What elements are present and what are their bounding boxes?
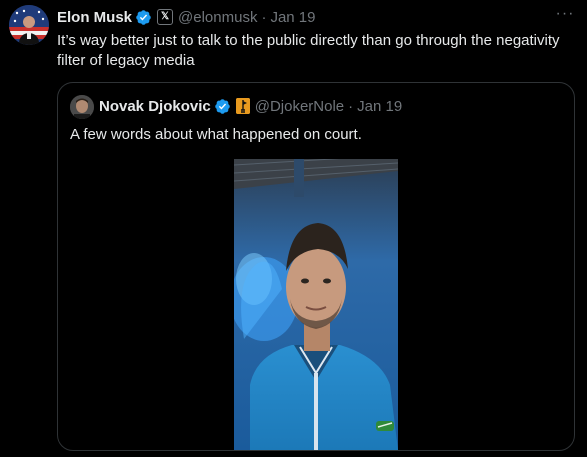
- tweet[interactable]: Elon Musk 𝕏 @elonmusk · Jan 19 ··· It’s …: [0, 0, 587, 457]
- author-name[interactable]: Elon Musk: [57, 9, 132, 26]
- tweet-text: It’s way better just to talk to the publ…: [57, 32, 560, 69]
- quoted-header-separator: ·: [348, 97, 354, 115]
- author-avatar[interactable]: [9, 5, 49, 45]
- quoted-tweet-timestamp[interactable]: Jan 19: [357, 98, 402, 115]
- quoted-tweet[interactable]: Novak Djokovic @DjokerNole · Jan 19 A fe…: [57, 82, 575, 451]
- quoted-tweet-header: Novak Djokovic @DjokerNole · Jan 19: [99, 96, 402, 116]
- quoted-video-thumbnail[interactable]: [234, 159, 398, 450]
- x-affiliate-badge-icon[interactable]: 𝕏: [157, 9, 174, 25]
- video-frame-image: [234, 159, 398, 450]
- tweet-timestamp[interactable]: Jan 19: [270, 9, 315, 26]
- quoted-tweet-text: A few words about what happened on court…: [70, 126, 362, 143]
- quoted-author-name[interactable]: Novak Djokovic: [99, 98, 211, 115]
- more-options-icon[interactable]: ···: [552, 5, 578, 25]
- tweet-header: Elon Musk 𝕏 @elonmusk · Jan 19: [57, 7, 316, 27]
- quoted-author-handle[interactable]: @DjokerNole: [255, 98, 344, 115]
- author-handle[interactable]: @elonmusk: [178, 9, 257, 26]
- header-separator: ·: [261, 8, 267, 26]
- verified-check-icon[interactable]: [135, 9, 152, 26]
- quoted-author-avatar[interactable]: [70, 95, 94, 119]
- verified-check-icon[interactable]: [214, 98, 231, 115]
- flag-badge-icon[interactable]: [235, 98, 250, 114]
